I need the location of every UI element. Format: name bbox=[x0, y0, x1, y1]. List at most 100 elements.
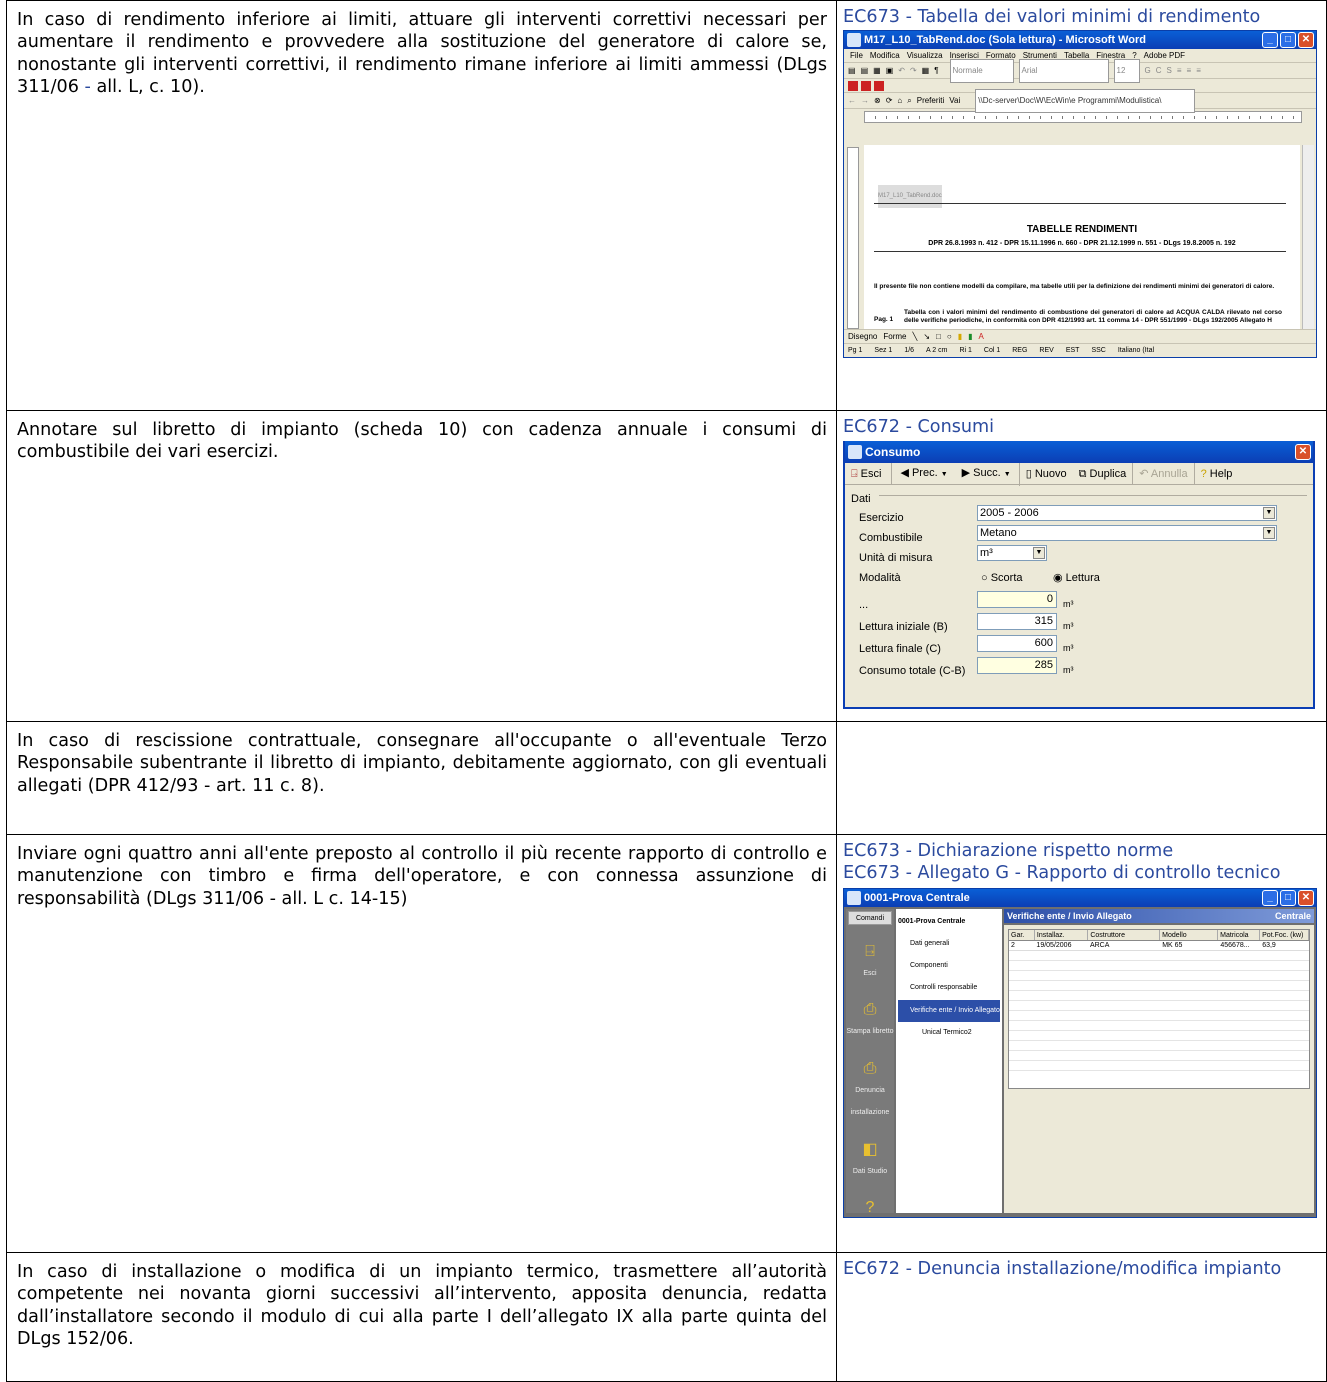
bold-icon[interactable]: G bbox=[1145, 60, 1151, 82]
new-button[interactable]: ▯ Nuovo bbox=[1020, 463, 1073, 485]
align-icon[interactable]: ≡ bbox=[1187, 60, 1192, 82]
radio-option[interactable]: ○ Scorta bbox=[981, 567, 1023, 589]
table-row[interactable] bbox=[1009, 1011, 1309, 1021]
close-icon[interactable]: ✕ bbox=[1298, 889, 1314, 906]
table-row[interactable] bbox=[1009, 981, 1309, 991]
table-cell: ARCA bbox=[1089, 941, 1110, 949]
reference-link[interactable]: EC673 - Tabella dei valori minimi di ren… bbox=[843, 6, 1318, 28]
forward-icon[interactable]: → bbox=[861, 90, 869, 112]
combo-select[interactable]: 2005 - 2006 ▼ bbox=[977, 505, 1277, 522]
vertical-ruler bbox=[847, 147, 859, 330]
exit-button[interactable]: ⍈ Esci bbox=[845, 462, 893, 485]
reference-link[interactable]: EC672 - Consumi bbox=[843, 416, 1318, 438]
unit-select[interactable]: m³ ▼ bbox=[977, 545, 1047, 562]
window-titlebar: M17_L10_TabRend.doc (Sola lettura) - Mic… bbox=[844, 31, 1316, 50]
table-row[interactable] bbox=[1009, 1031, 1309, 1041]
vertical-scrollbar[interactable] bbox=[1302, 145, 1314, 330]
tree-node[interactable]: Componenti bbox=[898, 955, 1000, 977]
column-header[interactable]: Modello bbox=[1160, 929, 1219, 940]
underline-icon[interactable]: S bbox=[1167, 60, 1172, 82]
chevron-down-icon[interactable]: ▼ bbox=[1263, 527, 1275, 540]
preview-icon[interactable]: ▣ bbox=[886, 60, 894, 82]
reference-link[interactable]: EC672 - Denuncia installazione/modifica … bbox=[843, 1258, 1318, 1280]
align-icon[interactable]: ≡ bbox=[1196, 60, 1201, 82]
cancel-button[interactable]: ↶ Annulla bbox=[1133, 462, 1195, 485]
table-row[interactable] bbox=[1009, 1061, 1309, 1071]
reference-link[interactable]: EC673 - Allegato G - Rapporto di control… bbox=[843, 862, 1318, 884]
maximize-icon[interactable]: □ bbox=[1280, 32, 1296, 49]
next-button[interactable]: ▶ Succ. ▼ bbox=[954, 461, 1020, 486]
refresh-icon[interactable]: ⟳ bbox=[886, 90, 893, 112]
reference-cell: EC673 - Tabella dei valori minimi di ren… bbox=[836, 0, 1327, 411]
redo-icon[interactable]: ↷ bbox=[910, 60, 917, 82]
column-header[interactable]: Pot.Foc. (kw) bbox=[1260, 929, 1309, 940]
tree-node[interactable]: 0001-Prova Centrale bbox=[898, 911, 1000, 933]
form-row: Unità di misura m³ ▼ bbox=[859, 545, 1305, 564]
status-field: 1/6 bbox=[904, 346, 915, 354]
maximize-icon[interactable]: □ bbox=[1280, 889, 1296, 906]
column-header[interactable]: Costruttore bbox=[1088, 929, 1161, 940]
reference-link[interactable]: EC673 - Dichiarazione rispetto norme bbox=[843, 840, 1318, 862]
tree-node[interactable]: Dati generali bbox=[898, 933, 1000, 955]
numeric-input[interactable]: 315 bbox=[977, 613, 1057, 631]
table-row[interactable] bbox=[1009, 951, 1309, 961]
print-icon: ⎙ bbox=[863, 1059, 877, 1077]
stop-icon[interactable]: ⊗ bbox=[874, 90, 881, 112]
table-row[interactable] bbox=[1009, 1001, 1309, 1011]
table-row[interactable] bbox=[1009, 1021, 1309, 1031]
panel-header: Verifiche ente / Invio Allegato Centrale bbox=[1004, 908, 1314, 923]
pilcrow-icon[interactable]: ¶ bbox=[934, 60, 938, 82]
address-box[interactable]: \\Dc-server\Doc\W\EcWin\e Programmi\Modu… bbox=[975, 88, 1196, 113]
align-icon[interactable]: ≡ bbox=[1177, 60, 1182, 82]
minimize-icon[interactable]: _ bbox=[1262, 32, 1278, 49]
column-header[interactable]: Installaz. bbox=[1035, 929, 1089, 940]
command-button[interactable]: ◧ Dati Studio bbox=[846, 1139, 894, 1184]
help-button[interactable]: ? Help bbox=[1195, 463, 1239, 485]
size-box[interactable]: 12 bbox=[1113, 58, 1140, 83]
combo-select[interactable]: Metano ▼ bbox=[977, 525, 1277, 542]
chevron-down-icon[interactable]: ▼ bbox=[1033, 547, 1045, 560]
numeric-input[interactable]: 285 bbox=[977, 657, 1057, 675]
unit-label: m³ bbox=[1063, 621, 1074, 632]
table-row[interactable] bbox=[1009, 991, 1309, 1001]
command-button[interactable]: ⎙ Stampa libretto bbox=[846, 999, 894, 1044]
table-row[interactable] bbox=[1009, 971, 1309, 981]
minimize-icon[interactable]: _ bbox=[1262, 889, 1278, 906]
go-menu[interactable]: Vai bbox=[949, 90, 960, 112]
tree-node[interactable]: Controlli responsabile bbox=[898, 977, 1000, 999]
font-box[interactable]: Arial bbox=[1018, 58, 1109, 83]
style-box[interactable]: Normale bbox=[949, 58, 1014, 83]
chevron-down-icon[interactable]: ▼ bbox=[1263, 507, 1275, 520]
column-header[interactable]: Gar. bbox=[1009, 929, 1035, 940]
search-icon[interactable]: ⌕ bbox=[907, 90, 911, 112]
requirements-table: In caso di rendimento inferiore ai limit… bbox=[6, 0, 1327, 1382]
numeric-input[interactable]: 600 bbox=[977, 635, 1057, 653]
close-icon[interactable]: ✕ bbox=[1298, 32, 1314, 49]
tree-node[interactable]: Verifiche ente / Invio Allegato bbox=[898, 999, 1000, 1023]
open-icon[interactable]: ▤ bbox=[861, 60, 869, 82]
table-icon[interactable]: ▦ bbox=[922, 60, 930, 82]
back-icon[interactable]: ← bbox=[848, 90, 856, 112]
favorites-menu[interactable]: Preferiti bbox=[917, 90, 945, 112]
command-button[interactable]: ⍈ Esci bbox=[846, 941, 894, 986]
new-icon[interactable]: ▤ bbox=[848, 60, 856, 82]
table-row[interactable] bbox=[1009, 1041, 1309, 1051]
undo-icon[interactable]: ↶ bbox=[898, 60, 905, 82]
numeric-input[interactable]: 0 bbox=[977, 591, 1057, 609]
close-icon[interactable]: ✕ bbox=[1295, 444, 1311, 461]
radio-option[interactable]: ◉ Lettura bbox=[1053, 567, 1100, 589]
table-row[interactable]: 2 19/05/2006 ARCA MK 65 456678... 63,9 bbox=[1009, 941, 1309, 951]
command-button[interactable]: ⎙ Denuncia installazione bbox=[846, 1058, 894, 1125]
command-button[interactable]: ?Help bbox=[846, 1197, 894, 1216]
home-icon[interactable]: ⌂ bbox=[897, 90, 902, 112]
tree-node[interactable]: Unical Termico2 bbox=[898, 1022, 1000, 1044]
table-row[interactable] bbox=[1009, 961, 1309, 971]
table-row[interactable] bbox=[1009, 1051, 1309, 1061]
reference-cell: EC672 - Consumi Consumo ✕ ⍈ Esci ◀ Prec.… bbox=[836, 410, 1327, 722]
italic-icon[interactable]: C bbox=[1156, 60, 1162, 82]
prev-button[interactable]: ◀ Prec. ▼ bbox=[892, 462, 953, 486]
column-header[interactable]: Matricola bbox=[1218, 929, 1261, 940]
new-icon: ▯ bbox=[1025, 467, 1032, 480]
print-icon[interactable]: ▦ bbox=[873, 60, 881, 82]
duplicate-button[interactable]: ⧉ Duplica bbox=[1073, 462, 1134, 485]
